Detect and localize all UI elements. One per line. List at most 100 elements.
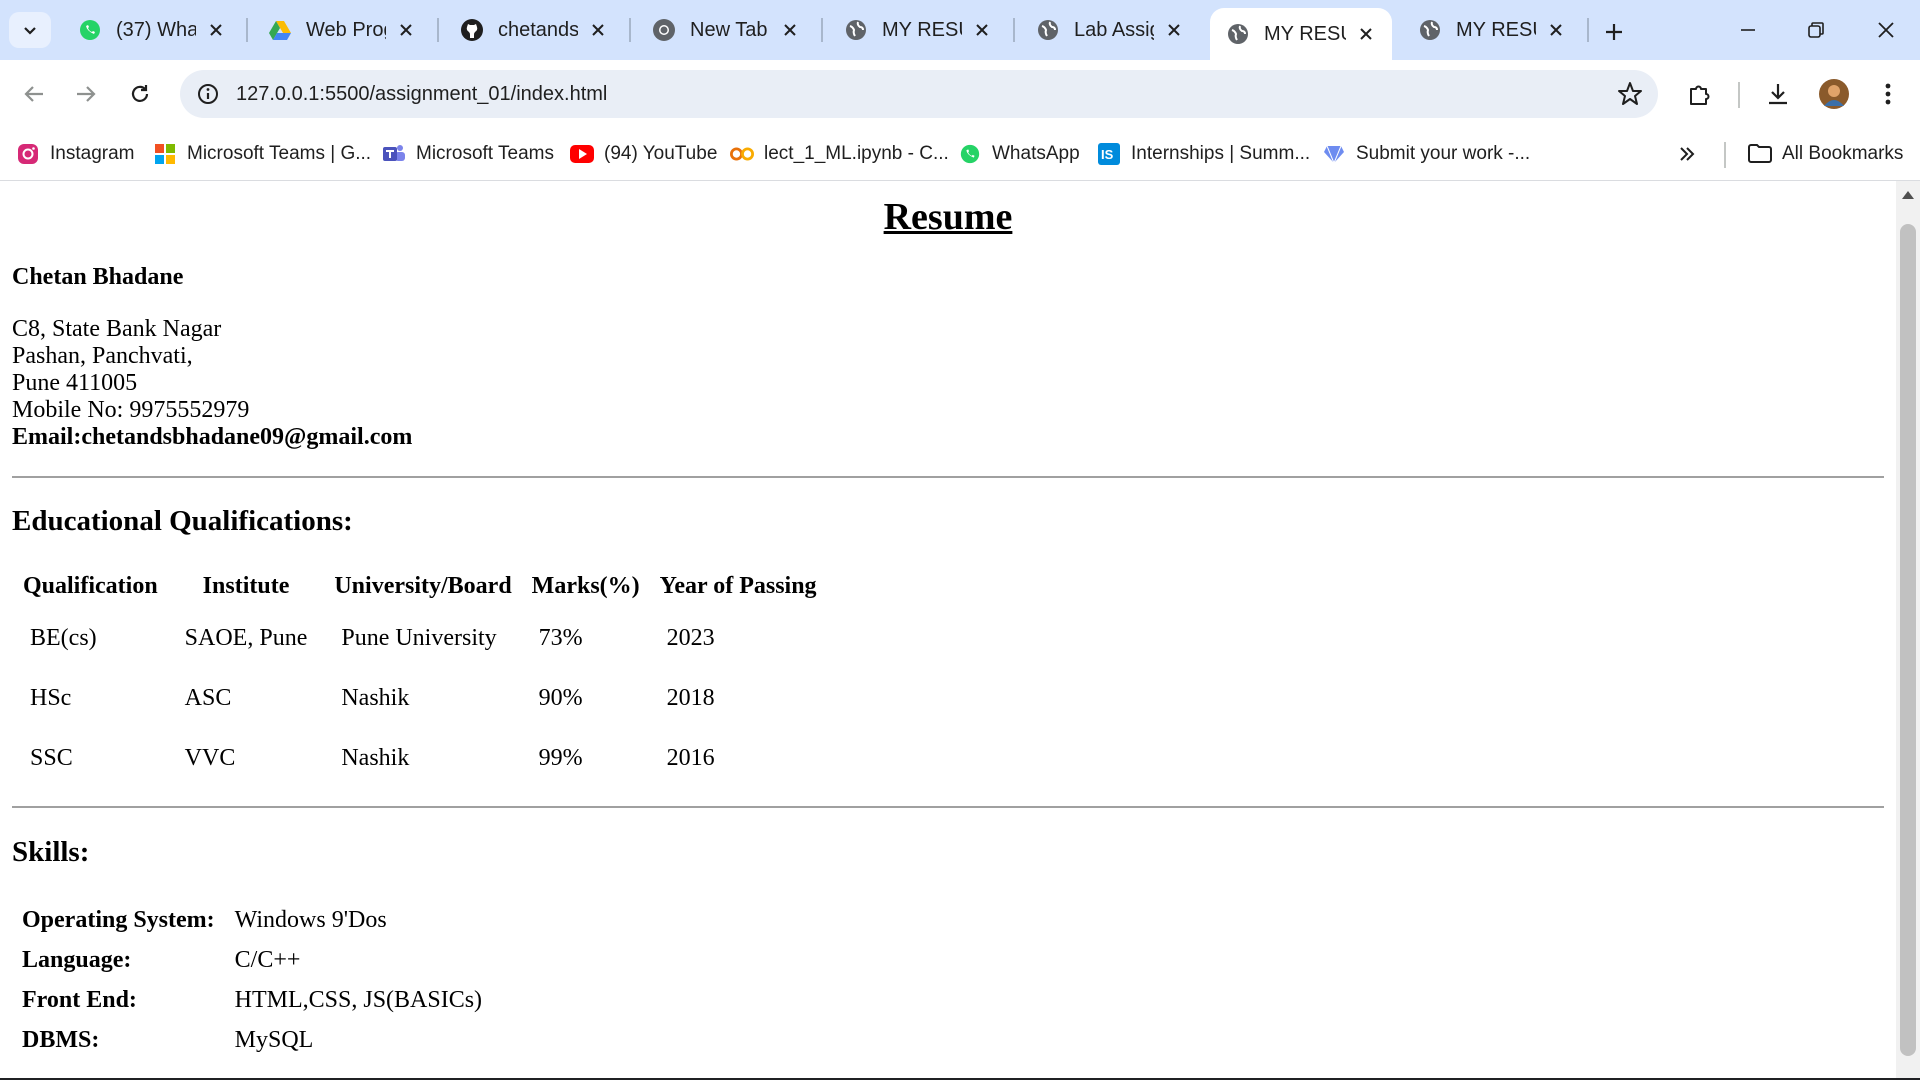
bookmark-label: Instagram <box>50 143 135 164</box>
tab-lab-assignment[interactable]: Lab Assign <box>1020 8 1200 52</box>
divider <box>12 476 1884 478</box>
whatsapp-icon <box>958 142 982 166</box>
chrome-icon <box>652 18 676 42</box>
table-cell: 73% <box>538 624 583 651</box>
close-icon[interactable] <box>970 18 994 42</box>
table-row: BE(cs) SAOE, Pune Pune University 73% 20… <box>14 609 826 667</box>
close-icon[interactable] <box>1354 22 1378 46</box>
puzzle-icon <box>1690 85 1710 105</box>
tab-title: MY RESUM <box>882 18 962 41</box>
tab-my-resume-1[interactable]: MY RESUM <box>828 8 1008 52</box>
close-icon[interactable] <box>204 18 228 42</box>
close-icon[interactable] <box>1544 18 1568 42</box>
column-header: Marks(%) <box>531 572 640 599</box>
tab-my-resume-active[interactable]: MY RESUM <box>1210 8 1392 60</box>
vertical-scrollbar[interactable] <box>1896 181 1920 1080</box>
tab-new-tab[interactable]: New Tab <box>636 8 816 52</box>
column-header: Institute <box>202 572 290 599</box>
skills-table: Operating System: Windows 9'Dos Language… <box>12 899 492 1061</box>
all-bookmarks-button[interactable]: All Bookmarks <box>1748 138 1903 170</box>
bookmark-microsoft-teams[interactable]: Microsoft Teams <box>382 138 554 170</box>
tab-title: (37) Whats <box>116 18 196 41</box>
bookmark-youtube[interactable]: (94) YouTube <box>570 138 717 170</box>
close-icon <box>1878 22 1894 38</box>
forward-button[interactable] <box>64 72 108 116</box>
whatsapp-icon <box>78 18 102 42</box>
tab-web-programming[interactable]: Web Progr <box>252 8 432 52</box>
internshala-icon: IS <box>1097 142 1121 166</box>
close-icon[interactable] <box>1162 18 1186 42</box>
globe-icon <box>1418 18 1442 42</box>
tab-separator <box>246 18 248 42</box>
address-line: Pashan, Panchvati, <box>12 343 193 369</box>
education-heading: Educational Qualifications: <box>12 505 353 537</box>
skills-heading: Skills: <box>12 836 90 868</box>
bookmarks-overflow-button[interactable] <box>1677 138 1697 170</box>
close-icon[interactable] <box>586 18 610 42</box>
github-icon <box>460 18 484 42</box>
skill-label: DBMS: <box>22 1026 100 1053</box>
table-cell: Pune University <box>341 624 497 651</box>
address-bar[interactable]: 127.0.0.1:5500/assignment_01/index.html <box>180 70 1658 118</box>
bookmark-submit-work[interactable]: Submit your work -... <box>1322 138 1530 170</box>
skill-row: Language: C/C++ <box>14 941 490 979</box>
tab-separator <box>1587 18 1589 42</box>
table-row: HSc ASC Nashik 90% 2018 <box>14 669 826 727</box>
bookmark-label: lect_1_ML.ipynb - C... <box>764 143 949 164</box>
table-cell: 2016 <box>666 744 715 771</box>
heart-icon <box>1322 142 1346 166</box>
table-cell: SSC <box>30 744 73 771</box>
table-header-row: Qualification Institute University/Board… <box>14 565 826 607</box>
tab-title: New Tab <box>690 18 768 41</box>
tab-github[interactable]: chetandsbl <box>444 8 624 52</box>
candidate-name: Chetan Bhadane <box>12 264 184 290</box>
bookmark-whatsapp[interactable]: WhatsApp <box>958 138 1080 170</box>
chevron-down-icon <box>24 27 36 35</box>
tab-strip: (37) Whats Web Progr chetandsbl New Tab … <box>0 0 1920 60</box>
svg-text:IS: IS <box>1101 147 1114 162</box>
bookmark-internshala[interactable]: IS Internships | Summ... <box>1097 138 1310 170</box>
more-vert-icon <box>1885 83 1891 105</box>
google-drive-icon <box>268 18 292 42</box>
globe-icon <box>1226 22 1250 46</box>
skill-row: DBMS: MySQL <box>14 1021 490 1059</box>
page-content: Resume Chetan Bhadane C8, State Bank Nag… <box>0 181 1896 1080</box>
table-cell: SAOE, Pune <box>184 624 308 651</box>
scroll-up-arrow-icon[interactable] <box>1902 191 1914 199</box>
toolbar-separator <box>1738 82 1740 108</box>
tab-whatsapp[interactable]: (37) Whats <box>62 8 242 52</box>
address-line: Pune 411005 <box>12 370 138 396</box>
bookmark-label: WhatsApp <box>992 143 1080 164</box>
close-icon[interactable] <box>778 18 802 42</box>
extensions-button[interactable] <box>1680 74 1720 114</box>
globe-icon <box>844 18 868 42</box>
bookmark-label: Microsoft Teams <box>416 143 554 164</box>
minimize-button[interactable] <box>1718 12 1778 48</box>
table-cell: Nashik <box>341 744 410 771</box>
close-icon[interactable] <box>394 18 418 42</box>
email: Email:chetandsbhadane09@gmail.com <box>12 424 413 450</box>
profile-button[interactable] <box>1814 74 1854 114</box>
education-table: Qualification Institute University/Board… <box>12 563 828 789</box>
bookmark-instagram[interactable]: Instagram <box>16 138 134 170</box>
folder-icon <box>1748 142 1772 166</box>
new-tab-button[interactable] <box>1596 14 1632 50</box>
tab-search-button[interactable] <box>9 12 51 48</box>
star-icon[interactable] <box>1616 80 1644 108</box>
close-window-button[interactable] <box>1856 12 1916 48</box>
restore-button[interactable] <box>1786 12 1846 48</box>
menu-button[interactable] <box>1868 74 1908 114</box>
table-cell: VVC <box>184 744 236 771</box>
column-header: Qualification <box>23 572 158 599</box>
bookmark-microsoft-teams-g[interactable]: Microsoft Teams | G... <box>153 138 371 170</box>
page-title: Resume <box>883 196 1013 238</box>
reload-button[interactable] <box>118 72 162 116</box>
table-cell: BE(cs) <box>30 624 97 651</box>
bookmarks-separator <box>1724 142 1726 168</box>
site-info-icon[interactable] <box>192 78 224 110</box>
scrollbar-thumb[interactable] <box>1900 224 1916 1056</box>
back-button[interactable] <box>12 72 56 116</box>
bookmark-colab[interactable]: lect_1_ML.ipynb - C... <box>730 138 949 170</box>
downloads-button[interactable] <box>1758 74 1798 114</box>
tab-my-resume-2[interactable]: MY RESUM <box>1402 8 1582 52</box>
